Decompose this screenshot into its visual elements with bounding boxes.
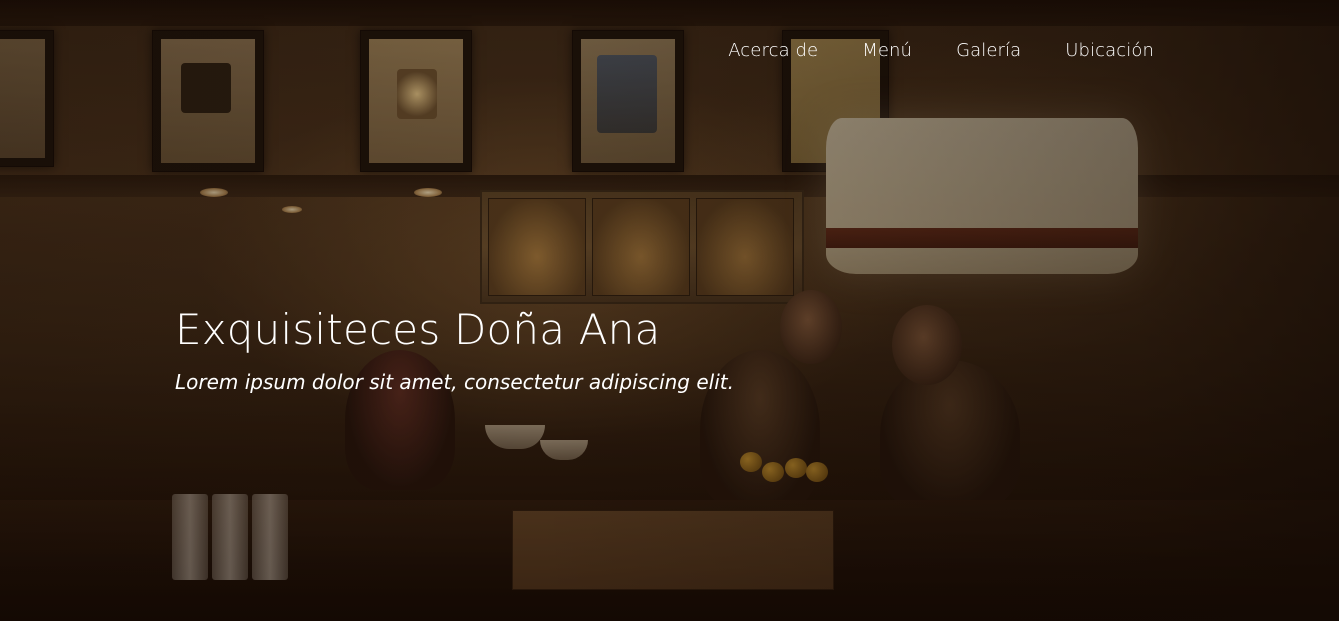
glass: [212, 494, 248, 580]
person-head: [780, 290, 842, 364]
pendant-lampshade: [826, 118, 1138, 274]
nav-link-ubicacion[interactable]: Ubicación: [1065, 38, 1154, 64]
ceiling-light: [282, 206, 302, 213]
fruit: [740, 452, 762, 472]
fruit: [762, 462, 784, 482]
wooden-box: [512, 510, 834, 590]
ceiling-light: [200, 188, 228, 197]
wall-frame: [0, 30, 54, 167]
bowl: [540, 440, 588, 460]
pastry-display-case: [480, 190, 804, 304]
nav-link-menu[interactable]: Menú: [862, 38, 912, 64]
hero-section: Acerca de Menú Galería Ubicación Exquisi…: [0, 0, 1339, 621]
bowl: [485, 425, 545, 449]
person-silhouette: [880, 360, 1020, 510]
hero-title: Exquisiteces Doña Ana: [175, 305, 661, 354]
glass: [172, 494, 208, 580]
wall-frame: [360, 30, 472, 172]
main-nav: Acerca de Menú Galería Ubicación: [728, 38, 1154, 64]
person-head: [892, 305, 962, 385]
nav-link-galeria[interactable]: Galería: [956, 38, 1021, 64]
ceiling-strip: [0, 0, 1339, 26]
hero-subtitle: Lorem ipsum dolor sit amet, consectetur …: [175, 370, 734, 394]
wall-frame: [572, 30, 684, 172]
fruit: [785, 458, 807, 478]
wall-frame: [152, 30, 264, 172]
nav-link-acerca-de[interactable]: Acerca de: [728, 38, 818, 64]
glass: [252, 494, 288, 580]
fruit: [806, 462, 828, 482]
ceiling-light: [414, 188, 442, 197]
